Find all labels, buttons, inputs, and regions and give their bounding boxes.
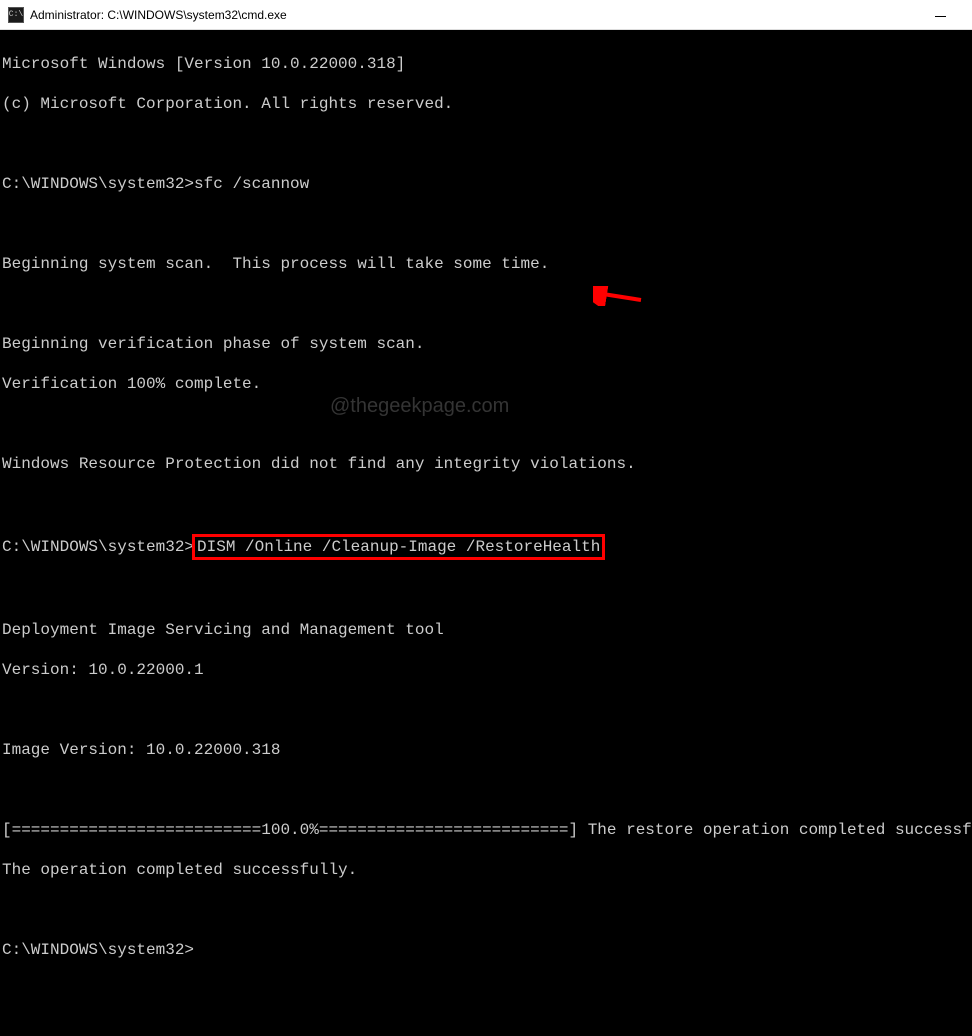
blank-line (2, 700, 970, 720)
output-line: Version: 10.0.22000.1 (2, 660, 970, 680)
window-titlebar: C:\ Administrator: C:\WINDOWS\system32\c… (0, 0, 972, 30)
output-line: The operation completed successfully. (2, 860, 970, 880)
cmd-icon: C:\ (8, 7, 24, 23)
output-line: Verification 100% complete. (2, 374, 970, 394)
blank-line (2, 494, 970, 514)
prompt-line: C:\WINDOWS\system32>DISM /Online /Cleanu… (2, 534, 970, 560)
output-line: Windows Resource Protection did not find… (2, 454, 970, 474)
command-text: sfc /scannow (194, 175, 309, 193)
output-line: Beginning system scan. This process will… (2, 254, 970, 274)
blank-line (2, 134, 970, 154)
output-line: Deployment Image Servicing and Managemen… (2, 620, 970, 640)
prompt-line: C:\WINDOWS\system32> (2, 940, 970, 960)
output-line: Microsoft Windows [Version 10.0.22000.31… (2, 54, 970, 74)
terminal-output[interactable]: Microsoft Windows [Version 10.0.22000.31… (0, 30, 972, 1036)
prompt-path: C:\WINDOWS\system32> (2, 538, 194, 556)
minimize-button[interactable] (920, 4, 960, 28)
blank-line (2, 900, 970, 920)
window-title: Administrator: C:\WINDOWS\system32\cmd.e… (30, 8, 287, 22)
blank-line (2, 294, 970, 314)
prompt-line: C:\WINDOWS\system32>sfc /scannow (2, 174, 970, 194)
prompt-path: C:\WINDOWS\system32> (2, 941, 194, 959)
prompt-path: C:\WINDOWS\system32> (2, 175, 194, 193)
blank-line (2, 580, 970, 600)
highlighted-command: DISM /Online /Cleanup-Image /RestoreHeal… (192, 534, 605, 560)
progress-line: [==========================100.0%=======… (2, 820, 970, 840)
output-line: (c) Microsoft Corporation. All rights re… (2, 94, 970, 114)
blank-line (2, 214, 970, 234)
output-line: Beginning verification phase of system s… (2, 334, 970, 354)
minimize-icon (935, 16, 946, 17)
blank-line (2, 780, 970, 800)
output-line: Image Version: 10.0.22000.318 (2, 740, 970, 760)
blank-line (2, 414, 970, 434)
